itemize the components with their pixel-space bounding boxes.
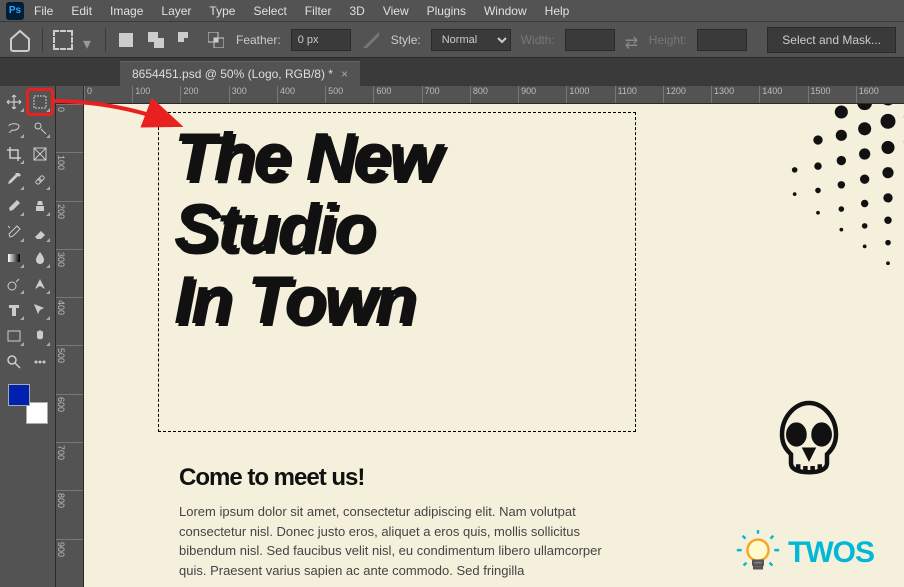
width-label: Width:	[521, 33, 555, 47]
subheadline-text: Come to meet us!	[179, 464, 364, 492]
blur-tool[interactable]	[28, 246, 52, 270]
menu-file[interactable]: File	[26, 2, 61, 20]
crop-tool[interactable]	[2, 142, 26, 166]
select-and-mask-button[interactable]: Select and Mask...	[767, 27, 896, 53]
brush-tool[interactable]	[2, 194, 26, 218]
new-selection-icon[interactable]	[116, 30, 136, 50]
eraser-tool[interactable]	[28, 220, 52, 244]
menu-edit[interactable]: Edit	[63, 2, 100, 20]
twos-text: TWOS	[788, 536, 874, 570]
horizontal-ruler[interactable]: 0 100 200 300 400 500 600 700 800 900 10…	[84, 86, 904, 104]
foreground-color-swatch[interactable]	[8, 384, 30, 406]
eyedropper-tool[interactable]	[2, 168, 26, 192]
workspace: 0 100 200 300 400 500 600 700 800 900 10…	[0, 86, 904, 587]
swap-icon: ⇄	[625, 33, 639, 47]
divider	[105, 28, 106, 52]
menu-image[interactable]: Image	[102, 2, 151, 20]
path-tool[interactable]	[28, 298, 52, 322]
history-brush-tool[interactable]	[2, 220, 26, 244]
lightbulb-icon	[734, 529, 782, 577]
width-input	[565, 29, 615, 51]
subtract-selection-icon[interactable]	[176, 30, 196, 50]
lasso-tool[interactable]	[2, 116, 26, 140]
document-tab-title: 8654451.psd @ 50% (Logo, RGB/8) *	[132, 67, 333, 81]
menu-type[interactable]: Type	[201, 2, 243, 20]
menu-3d[interactable]: 3D	[341, 2, 372, 20]
divider	[42, 28, 43, 52]
vertical-ruler[interactable]: 0 100 200 300 400 500 600 700 800 900	[56, 104, 84, 587]
style-label: Style:	[391, 33, 421, 47]
toolbar	[0, 86, 56, 587]
feather-input[interactable]	[291, 29, 351, 51]
twos-watermark: TWOS	[704, 519, 904, 587]
home-icon[interactable]	[8, 28, 32, 52]
menu-select[interactable]: Select	[245, 2, 294, 20]
menu-layer[interactable]: Layer	[153, 2, 199, 20]
hand-tool[interactable]	[28, 324, 52, 348]
document-tab[interactable]: 8654451.psd @ 50% (Logo, RGB/8) * ×	[120, 61, 360, 86]
marquee-tool[interactable]	[28, 90, 52, 114]
edit-toolbar[interactable]	[28, 350, 52, 374]
menu-window[interactable]: Window	[476, 2, 535, 20]
menu-help[interactable]: Help	[537, 2, 578, 20]
rectangle-tool[interactable]	[2, 324, 26, 348]
frame-tool[interactable]	[28, 142, 52, 166]
clone-tool[interactable]	[28, 194, 52, 218]
menubar: Ps File Edit Image Layer Type Select Fil…	[0, 0, 904, 22]
type-tool[interactable]	[2, 298, 26, 322]
dodge-tool[interactable]	[2, 272, 26, 296]
height-input	[697, 29, 747, 51]
menu-plugins[interactable]: Plugins	[419, 2, 474, 20]
pen-tool[interactable]	[28, 272, 52, 296]
canvas-area: 0 100 200 300 400 500 600 700 800 900 10…	[56, 86, 904, 587]
zoom-tool[interactable]	[2, 350, 26, 374]
document-tab-bar: 8654451.psd @ 50% (Logo, RGB/8) * ×	[0, 58, 904, 86]
healing-tool[interactable]	[28, 168, 52, 192]
menu-view[interactable]: View	[375, 2, 417, 20]
skull-icon	[764, 394, 854, 484]
options-bar: ▾ Feather: Style: Normal Width: ⇄ Height…	[0, 22, 904, 58]
photoshop-icon[interactable]: Ps	[6, 2, 24, 20]
height-label: Height:	[649, 33, 687, 47]
menu-filter[interactable]: Filter	[297, 2, 340, 20]
ruler-origin[interactable]	[56, 86, 84, 104]
move-tool[interactable]	[2, 90, 26, 114]
headline-text: The New Studio In Town	[174, 122, 440, 336]
gradient-tool[interactable]	[2, 246, 26, 270]
quick-select-tool[interactable]	[28, 116, 52, 140]
add-selection-icon[interactable]	[146, 30, 166, 50]
close-icon[interactable]: ×	[341, 67, 348, 81]
antialias-icon[interactable]	[361, 30, 381, 50]
style-select[interactable]: Normal	[431, 29, 511, 51]
intersect-selection-icon[interactable]	[206, 30, 226, 50]
color-swatches[interactable]	[8, 384, 48, 424]
halftone-pattern	[644, 104, 904, 364]
canvas[interactable]: The New Studio In Town Come to meet us! …	[84, 104, 904, 587]
body-text: Lorem ipsum dolor sit amet, consectetur …	[179, 502, 629, 580]
feather-label: Feather:	[236, 33, 281, 47]
tool-preset-icon[interactable]	[53, 30, 73, 50]
chevron-down-icon[interactable]: ▾	[83, 34, 95, 46]
